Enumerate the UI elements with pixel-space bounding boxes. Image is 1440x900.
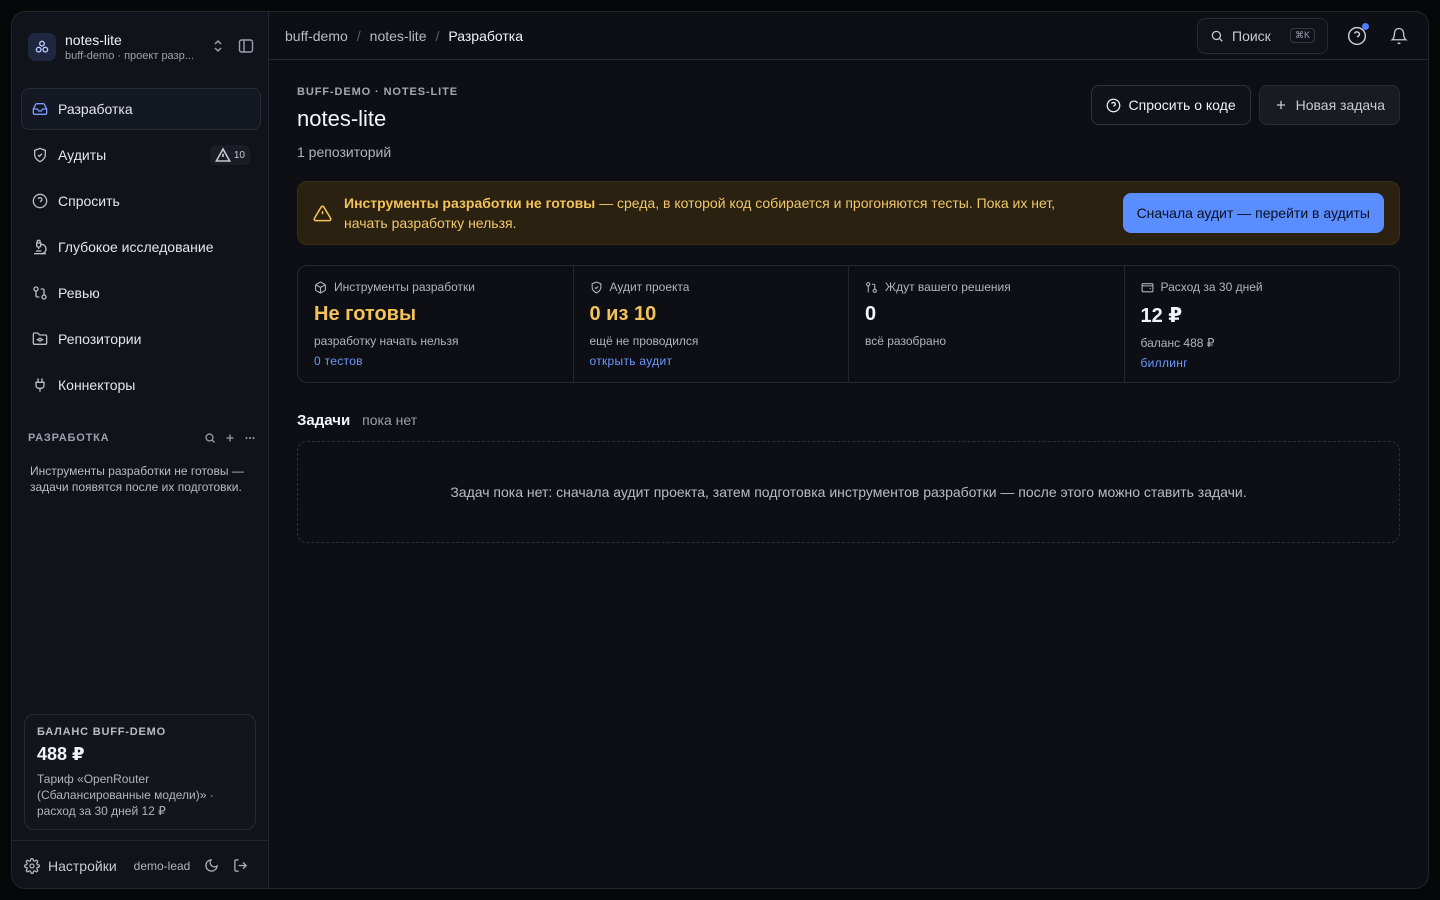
box-icon [315, 281, 326, 293]
help-icon[interactable] [1344, 22, 1370, 49]
alert-message: Инструменты разработки не готовы — среда… [344, 195, 1056, 231]
question-icon [1106, 98, 1120, 112]
project-name: notes-lite [65, 32, 122, 48]
breadcrumb-org[interactable]: buff-demo [285, 28, 348, 44]
moon-icon[interactable] [204, 858, 219, 873]
stats-panel: Инструменты разработки Не готовы разрабо… [297, 265, 1400, 383]
chevrons-up-down-icon [212, 39, 224, 56]
stat-pending-decisions: Ждут вашего решения 0 всё разобрано [849, 266, 1125, 382]
section-title: РАЗРАБОТКА [28, 432, 110, 444]
new-task-button[interactable]: Новая задача [1258, 85, 1400, 125]
balance-description: Тариф «OpenRouter (Сбалансированные моде… [37, 772, 214, 818]
stat-value: 12 ₽ [1140, 305, 1183, 327]
tools-not-ready-alert: Инструменты разработки не готовы — среда… [297, 181, 1400, 245]
tasks-title: Задачи [297, 412, 351, 429]
notification-dot [1362, 22, 1369, 30]
stat-description: ещё не проводился [589, 334, 699, 348]
plug-icon [35, 378, 45, 392]
shield-icon [34, 147, 46, 163]
plus-icon [1276, 100, 1285, 110]
stat-value: Не готовы [314, 303, 417, 325]
section-empty-note: Инструменты разработки не готовы — задач… [30, 464, 244, 494]
sidebar-item-development[interactable]: Разработка [21, 88, 261, 130]
git-pull-icon [866, 281, 877, 293]
stat-description: всё разобрано [865, 334, 947, 348]
settings-label: Настройки [48, 857, 117, 874]
go-to-audits-button[interactable]: Сначала аудит — перейти в аудиты [1122, 193, 1384, 233]
question-icon [32, 193, 48, 209]
open-audit-link[interactable]: открыть аудит [590, 354, 833, 368]
page-content: BUFF-DEMO · NOTES-LITE notes-lite 1 репо… [297, 72, 1400, 543]
tasks-empty-state: Задач пока нет: сначала аудит проекта, з… [297, 441, 1400, 543]
sidebar-nav: Разработка Аудиты 10 Спросить Глубокое и… [21, 88, 261, 410]
sidebar: notes-lite buff-demo · проект разр... Ра… [12, 12, 269, 888]
page-subtitle: 1 репозиторий [297, 144, 392, 160]
more-icon[interactable] [244, 432, 256, 444]
git-compare-icon [33, 286, 47, 300]
sidebar-item-label: Коннекторы [58, 377, 136, 393]
sidebar-item-audits[interactable]: Аудиты 10 [21, 134, 261, 176]
balance-title: БАЛАНС BUFF-DEMO [37, 726, 166, 738]
search-icon[interactable] [204, 432, 216, 444]
sidebar-item-review[interactable]: Ревью [21, 272, 261, 314]
search-placeholder: Поиск [1232, 27, 1271, 44]
sidebar-item-connectors[interactable]: Коннекторы [21, 364, 261, 406]
audit-count-badge: 10 [209, 145, 250, 165]
project-switcher[interactable]: notes-lite buff-demo · проект разр... [28, 30, 224, 64]
stat-description: разработку начать нельзя [314, 334, 459, 348]
project-subtitle: buff-demo · проект разр... [65, 50, 194, 62]
wallet-icon [1141, 282, 1153, 292]
sidebar-item-deep-research[interactable]: Глубокое исследование [21, 226, 261, 268]
stat-description: баланс 488 ₽ [1140, 336, 1215, 350]
stat-value: 0 из 10 [589, 303, 657, 325]
sidebar-section-header: РАЗРАБОТКА [28, 431, 256, 445]
stat-spend-30d: Расход за 30 дней 12 ₽ баланс 488 ₽ билл… [1125, 266, 1400, 382]
balance-amount: 488 ₽ [37, 744, 85, 764]
stat-dev-tools: Инструменты разработки Не готовы разрабо… [298, 266, 574, 382]
breadcrumb-project[interactable]: notes-lite [370, 28, 427, 44]
ask-about-code-button[interactable]: Спросить о коде [1090, 85, 1251, 125]
sidebar-item-ask[interactable]: Спросить [21, 180, 261, 222]
sidebar-footer: Настройки demo-lead [12, 840, 269, 888]
search-icon [1211, 30, 1223, 42]
tasks-subtitle: пока нет [362, 412, 418, 428]
logout-icon[interactable] [233, 858, 248, 873]
sidebar-item-label: Разработка [58, 101, 133, 117]
gear-icon [24, 857, 40, 874]
breadcrumb-current: Разработка [448, 27, 523, 44]
warning-icon [313, 204, 332, 223]
sidebar-item-repositories[interactable]: Репозитории [21, 318, 261, 360]
sidebar-item-label: Аудиты [58, 147, 107, 163]
breadcrumb: buff-demo / notes-lite / Разработка [285, 27, 523, 44]
billing-link[interactable]: биллинг [1141, 356, 1384, 370]
bell-icon[interactable] [1386, 23, 1412, 49]
settings-button[interactable]: Настройки [24, 858, 117, 874]
sidebar-collapse-icon[interactable] [238, 38, 254, 54]
tests-link[interactable]: 0 тестов [314, 354, 557, 368]
sidebar-item-label: Глубокое исследование [58, 239, 214, 255]
username: demo-lead [133, 858, 191, 873]
stat-project-audit: Аудит проекта 0 из 10 ещё не проводился … [574, 266, 849, 382]
shield-check-icon [591, 281, 601, 294]
balance-card[interactable]: БАЛАНС BUFF-DEMO 488 ₽ Тариф «OpenRouter… [24, 714, 256, 830]
main-content: buff-demo / notes-lite / Разработка Поис… [269, 12, 1428, 888]
sidebar-item-label: Спросить [58, 193, 120, 209]
sidebar-item-label: Ревью [58, 285, 100, 301]
microscope-icon [34, 239, 47, 255]
add-icon[interactable] [224, 432, 236, 444]
tasks-header: Задачи пока нет [297, 412, 1400, 429]
stat-value: 0 [865, 303, 877, 325]
search-button[interactable]: Поиск ⌘K [1197, 17, 1328, 54]
warning-icon [214, 147, 231, 162]
project-logo-icon [28, 33, 56, 61]
sidebar-item-label: Репозитории [58, 331, 142, 347]
inbox-icon [32, 103, 48, 115]
top-bar: buff-demo / notes-lite / Разработка Поис… [269, 12, 1428, 60]
folder-git-icon [32, 332, 48, 345]
search-shortcut: ⌘K [1289, 28, 1315, 43]
app-window: notes-lite buff-demo · проект разр... Ра… [11, 11, 1429, 889]
